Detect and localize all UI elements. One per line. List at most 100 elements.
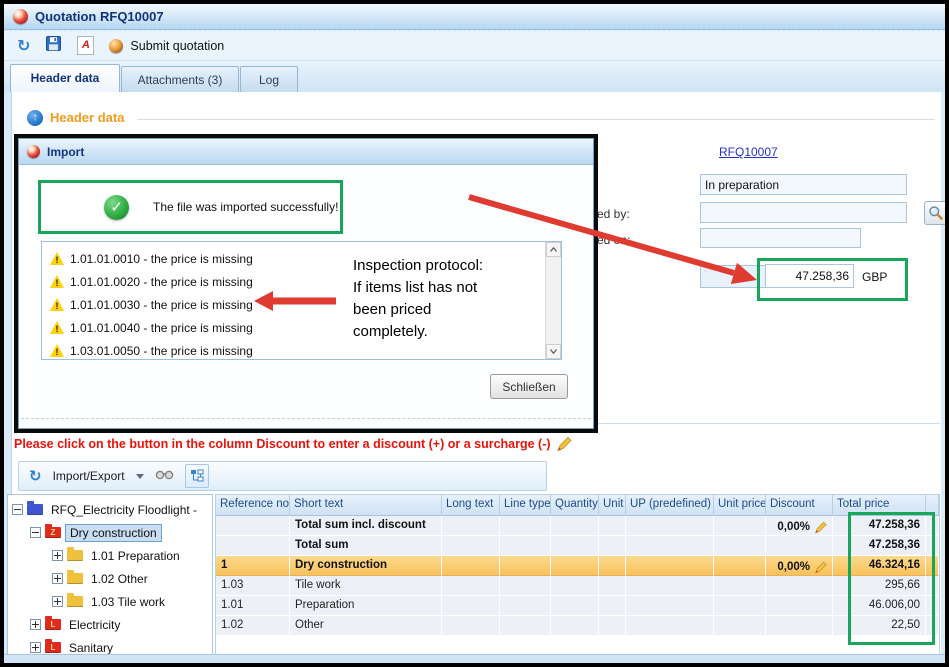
tab-log[interactable]: Log [240, 66, 298, 92]
screenshot-root: Quotation RFQ10007 ↻ A Submit quotation … [0, 0, 949, 667]
col-header-filler [926, 495, 939, 516]
tree-item-rfq-root[interactable]: RFQ_Electricity Floodlight - [8, 498, 212, 521]
col-header: Quantity [551, 495, 599, 516]
warning-item[interactable]: ! 1.01.01.0020 - the price is missing [50, 270, 561, 293]
chevron-down-icon[interactable] [136, 474, 144, 479]
col-header: Long text [442, 495, 500, 516]
table-row-preparation[interactable]: 1.01 Preparation 46.006,00 [216, 596, 939, 616]
red-folder-icon: L [45, 642, 61, 653]
yellow-folder-icon [67, 550, 83, 561]
processed-by-field[interactable] [700, 202, 907, 223]
pdf-export-icon[interactable]: A [77, 36, 94, 55]
submit-quotation-button[interactable]: Submit quotation [109, 39, 224, 53]
scroll-up-icon[interactable] [546, 242, 561, 257]
table-row-total-sum[interactable]: Total sum 47.258,36 [216, 536, 939, 556]
label-fragment-by: ed by: [597, 207, 630, 221]
warning-icon: ! [50, 344, 64, 357]
currency-label: GBP [862, 270, 887, 284]
view-glasses-icon[interactable] [155, 467, 174, 485]
red-folder-icon: L [45, 619, 61, 630]
rfq-number-link[interactable]: RFQ10007 [719, 145, 778, 159]
hierarchy-icon [190, 469, 204, 483]
tree-item-tile-work[interactable]: 1.03 Tile work [8, 590, 212, 613]
import-export-button[interactable]: Import/Export [53, 469, 125, 483]
close-button[interactable]: Schließen [490, 374, 568, 399]
col-header: Reference no. [216, 495, 290, 516]
col-header: Discount [766, 495, 833, 516]
yellow-folder-icon [67, 573, 83, 584]
search-button[interactable] [924, 201, 948, 225]
save-icon[interactable] [45, 35, 62, 57]
success-message: The file was imported successfully! [153, 200, 338, 214]
col-header: Unit [599, 495, 626, 516]
window-frame-right [941, 92, 945, 655]
table-row-total-incl-discount[interactable]: Total sum incl. discount 0,00% 47.258,36 [216, 516, 939, 536]
col-header: Line type [500, 495, 551, 516]
expand-icon[interactable] [52, 573, 63, 584]
dialog-title: Import [47, 145, 84, 159]
annotation-green-box-success: ✓ The file was imported successfully! [38, 180, 343, 234]
magnifier-icon [928, 205, 944, 221]
total-field-left [700, 265, 766, 288]
total-value-field[interactable] [765, 264, 854, 288]
warning-icon: ! [50, 321, 64, 334]
refresh-items-icon[interactable]: ↻ [29, 468, 42, 484]
label-fragment-on: ed on: [597, 233, 630, 247]
col-header: Total price [833, 495, 926, 516]
yellow-folder-icon [67, 596, 83, 607]
table-row-tile-work[interactable]: 1.03 Tile work 295,66 [216, 576, 939, 596]
tree-item-sanitary[interactable]: L Sanitary [8, 636, 212, 656]
main-toolbar: ↻ A Submit quotation [4, 30, 945, 61]
app-logo-icon [13, 9, 28, 24]
items-tree: RFQ_Electricity Floodlight - Z Dry const… [7, 494, 213, 656]
expand-icon[interactable] [30, 642, 41, 653]
collapse-icon[interactable] [30, 527, 41, 538]
discount-cell[interactable]: 0,00% [766, 556, 833, 576]
warning-item[interactable]: ! 1.01.01.0030 - the price is missing [50, 293, 561, 316]
refresh-icon[interactable]: ↻ [17, 38, 30, 54]
tree-item-other[interactable]: 1.02 Other [8, 567, 212, 590]
expand-icon[interactable] [52, 550, 63, 561]
dialog-footer-divider [21, 418, 591, 419]
tree-item-preparation[interactable]: 1.01 Preparation [8, 544, 212, 567]
blue-folder-icon [27, 504, 43, 515]
pencil-icon [556, 436, 572, 452]
success-check-icon: ✓ [104, 195, 129, 220]
collapse-icon[interactable] [12, 504, 23, 515]
window-title: Quotation RFQ10007 [35, 9, 164, 24]
section-divider [137, 119, 935, 120]
tab-strip: Header data Attachments (3) Log [4, 61, 945, 93]
scroll-down-icon[interactable] [546, 344, 561, 359]
section-title: Header data [50, 110, 124, 125]
items-toolbar: ↻ Import/Export [18, 461, 547, 491]
warning-list: ! 1.01.01.0010 - the price is missing ! … [41, 241, 562, 360]
warning-icon: ! [50, 298, 64, 311]
tree-item-dry-construction[interactable]: Z Dry construction [8, 521, 212, 544]
red-folder-icon: Z [45, 527, 61, 538]
warning-item[interactable]: ! 1.03.01.0050 - the price is missing [50, 339, 561, 362]
col-header: Short text [290, 495, 442, 516]
dialog-titlebar: Import [19, 139, 593, 165]
pencil-icon[interactable] [814, 521, 827, 534]
warning-item[interactable]: ! 1.01.01.0010 - the price is missing [50, 247, 561, 270]
expand-icon[interactable] [30, 619, 41, 630]
table-row-dry-construction[interactable]: 1 Dry construction 0,00% 46.324,16 [216, 556, 939, 576]
status-field[interactable] [700, 174, 907, 195]
expand-icon[interactable] [52, 596, 63, 607]
collapse-section-icon[interactable]: ↑ [27, 110, 43, 126]
pencil-icon[interactable] [814, 561, 827, 574]
warning-item[interactable]: ! 1.01.01.0040 - the price is missing [50, 316, 561, 339]
tab-header-data[interactable]: Header data [10, 64, 120, 92]
col-header: Unit price [714, 495, 766, 516]
tab-attachments[interactable]: Attachments (3) [121, 66, 239, 92]
table-row-other[interactable]: 1.02 Other 22,50 [216, 616, 939, 636]
processed-on-field[interactable] [700, 228, 861, 248]
tree-item-electricity[interactable]: L Electricity [8, 613, 212, 636]
window-frame-bottom [4, 654, 945, 664]
annotation-note: Inspection protocol: If items list has n… [353, 255, 483, 343]
discount-cell[interactable]: 0,00% [766, 516, 833, 536]
scrollbar[interactable] [545, 242, 561, 359]
dialog-frame: Import ✓ The file was imported successfu… [18, 138, 594, 429]
hierarchy-view-button[interactable] [185, 464, 209, 488]
app-logo-icon [27, 145, 40, 158]
